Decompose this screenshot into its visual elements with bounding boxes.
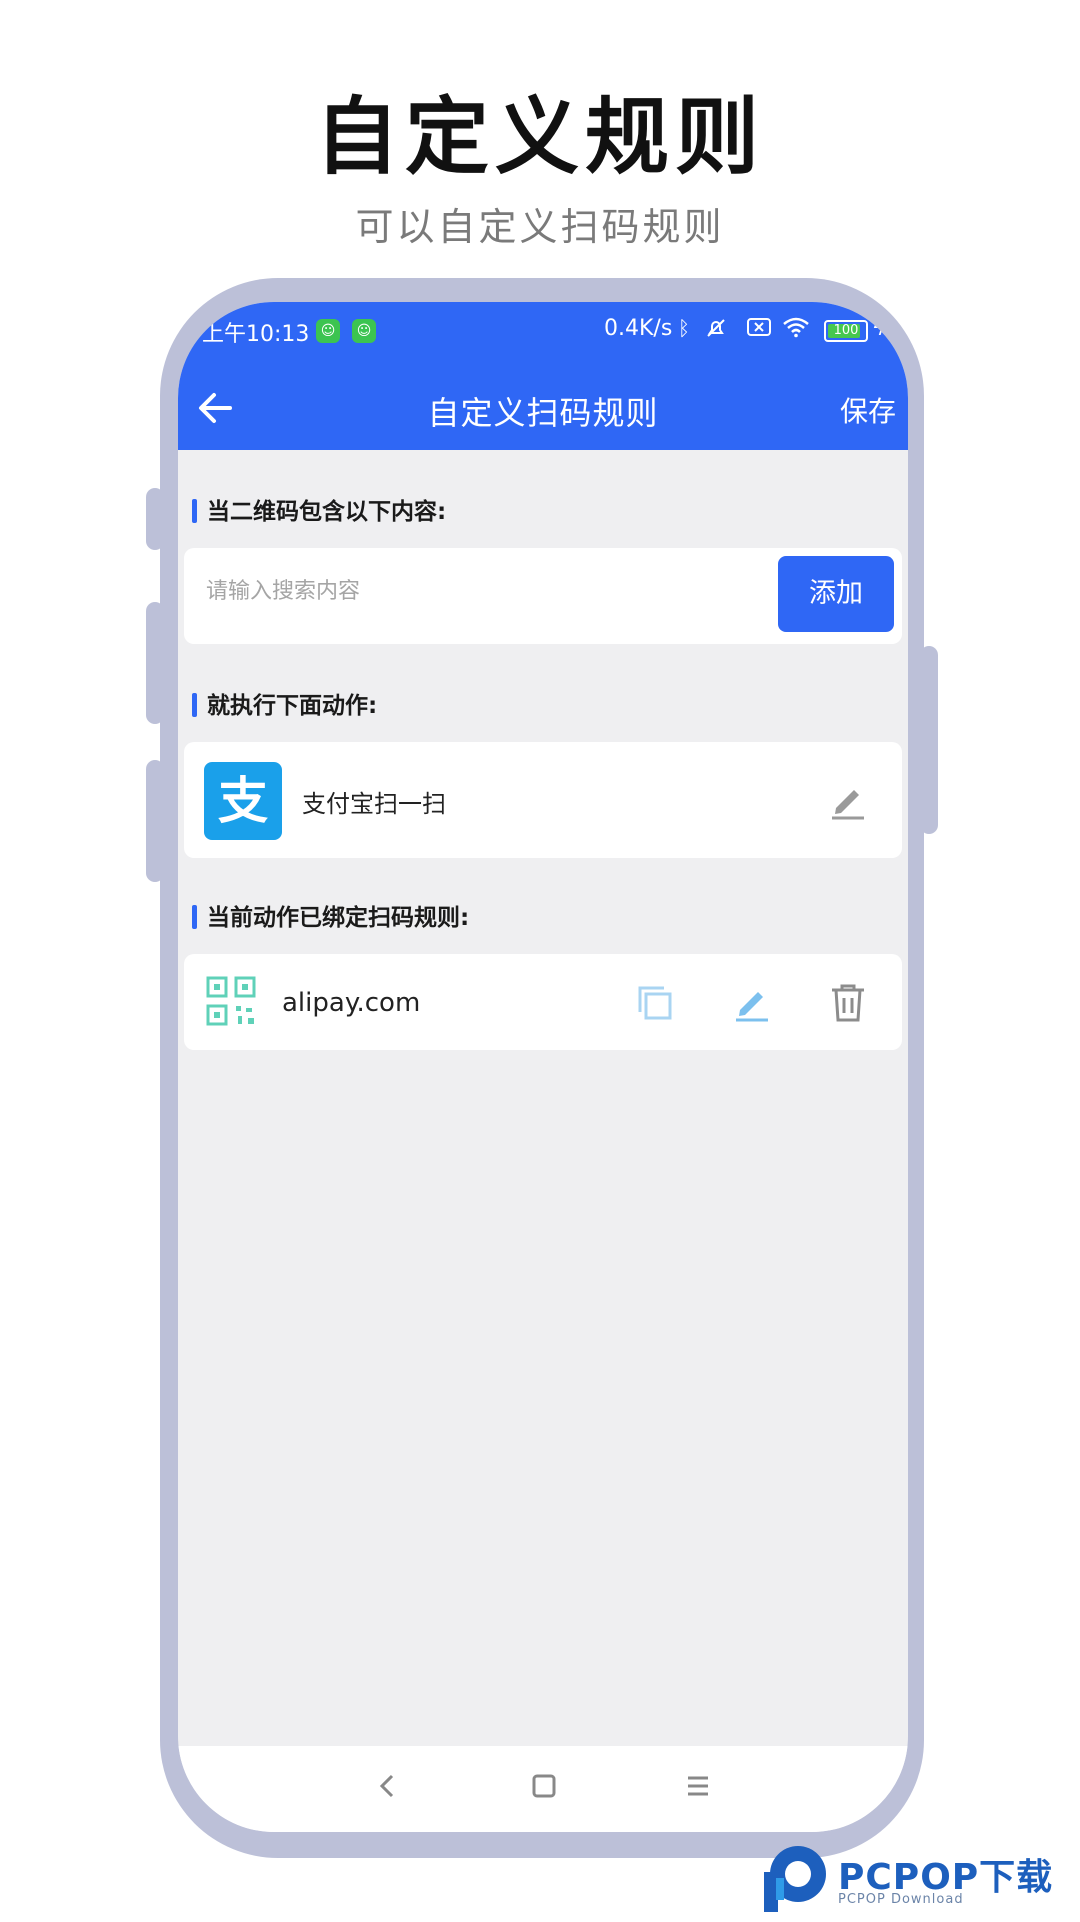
- edit-action-button[interactable]: [826, 778, 870, 822]
- section-marker: [192, 499, 197, 523]
- wifi-icon: [782, 316, 810, 343]
- chevron-left-icon: [379, 1774, 394, 1798]
- phone-side-button: [146, 602, 164, 724]
- nav-back-button[interactable]: [368, 1766, 408, 1806]
- status-time: 上午10:13: [202, 322, 310, 347]
- edit-rule-button[interactable]: [730, 980, 774, 1024]
- charging-icon: ϟ: [872, 316, 886, 340]
- pcpop-watermark: PCPOP下载 PCPOP Download: [754, 1838, 1074, 1920]
- trash-icon: [832, 984, 864, 1022]
- alipay-logo: 支: [204, 762, 282, 840]
- section-marker: [192, 693, 197, 717]
- battery-percent: 100: [833, 323, 859, 338]
- rule-text: alipay.com: [282, 988, 421, 1018]
- section-marker: [192, 905, 197, 929]
- app-header: 上午10:13 ☺ ☺ 0.4K/s ᛒ 100 ϟ 自定义扫码规则 保存: [178, 302, 908, 450]
- watermark-subtext: PCPOP Download: [838, 1892, 964, 1907]
- condition-card: 添加: [184, 548, 902, 644]
- bell-muted-icon: [704, 316, 728, 345]
- promo-title: 自定义规则: [314, 88, 765, 186]
- copy-icon: [638, 986, 672, 1020]
- rule-row[interactable]: alipay.com: [184, 954, 902, 1050]
- network-speed: 0.4K/s: [604, 316, 673, 341]
- battery-icon: 100: [824, 320, 868, 342]
- qr-code-icon: [206, 976, 256, 1026]
- no-sim-icon: [746, 316, 772, 343]
- bluetooth-icon: ᛒ: [678, 316, 690, 340]
- copy-rule-button[interactable]: [632, 980, 676, 1024]
- menu-icon: [688, 1776, 708, 1796]
- action-label: 支付宝扫一扫: [302, 790, 446, 818]
- search-input[interactable]: [204, 578, 748, 605]
- notification-app-icon: ☺: [352, 319, 376, 343]
- pencil-icon: [832, 790, 864, 820]
- phone-side-button: [146, 760, 164, 882]
- system-nav-bar: [178, 1746, 908, 1832]
- condition-heading: 当二维码包含以下内容:: [192, 492, 446, 526]
- delete-rule-button[interactable]: [826, 980, 870, 1024]
- square-icon: [532, 1774, 556, 1798]
- nav-menu-button[interactable]: [678, 1766, 718, 1806]
- pencil-icon: [736, 992, 768, 1022]
- page-title: 自定义扫码规则: [427, 394, 659, 432]
- status-bar: 上午10:13 ☺ ☺ 0.4K/s ᛒ 100 ϟ: [178, 302, 908, 362]
- nav-home-button[interactable]: [524, 1766, 564, 1806]
- action-heading: 就执行下面动作:: [192, 686, 377, 720]
- add-button[interactable]: 添加: [778, 556, 894, 632]
- rules-heading: 当前动作已绑定扫码规则:: [192, 898, 469, 932]
- action-heading-text: 就执行下面动作:: [207, 693, 378, 719]
- phone-screen: 上午10:13 ☺ ☺ 0.4K/s ᛒ 100 ϟ 自定义扫码规则 保存 当二…: [178, 302, 908, 1832]
- action-card[interactable]: 支 支付宝扫一扫: [184, 742, 902, 858]
- condition-heading-text: 当二维码包含以下内容:: [207, 499, 447, 525]
- promo-subtitle: 可以自定义扫码规则: [355, 205, 725, 249]
- pcpop-logo-icon: [764, 1846, 826, 1912]
- rules-heading-text: 当前动作已绑定扫码规则:: [207, 905, 470, 931]
- save-button[interactable]: 保存: [840, 390, 896, 430]
- phone-power-button: [920, 646, 938, 834]
- notification-app-icon: ☺: [316, 319, 340, 343]
- phone-side-button: [146, 488, 164, 550]
